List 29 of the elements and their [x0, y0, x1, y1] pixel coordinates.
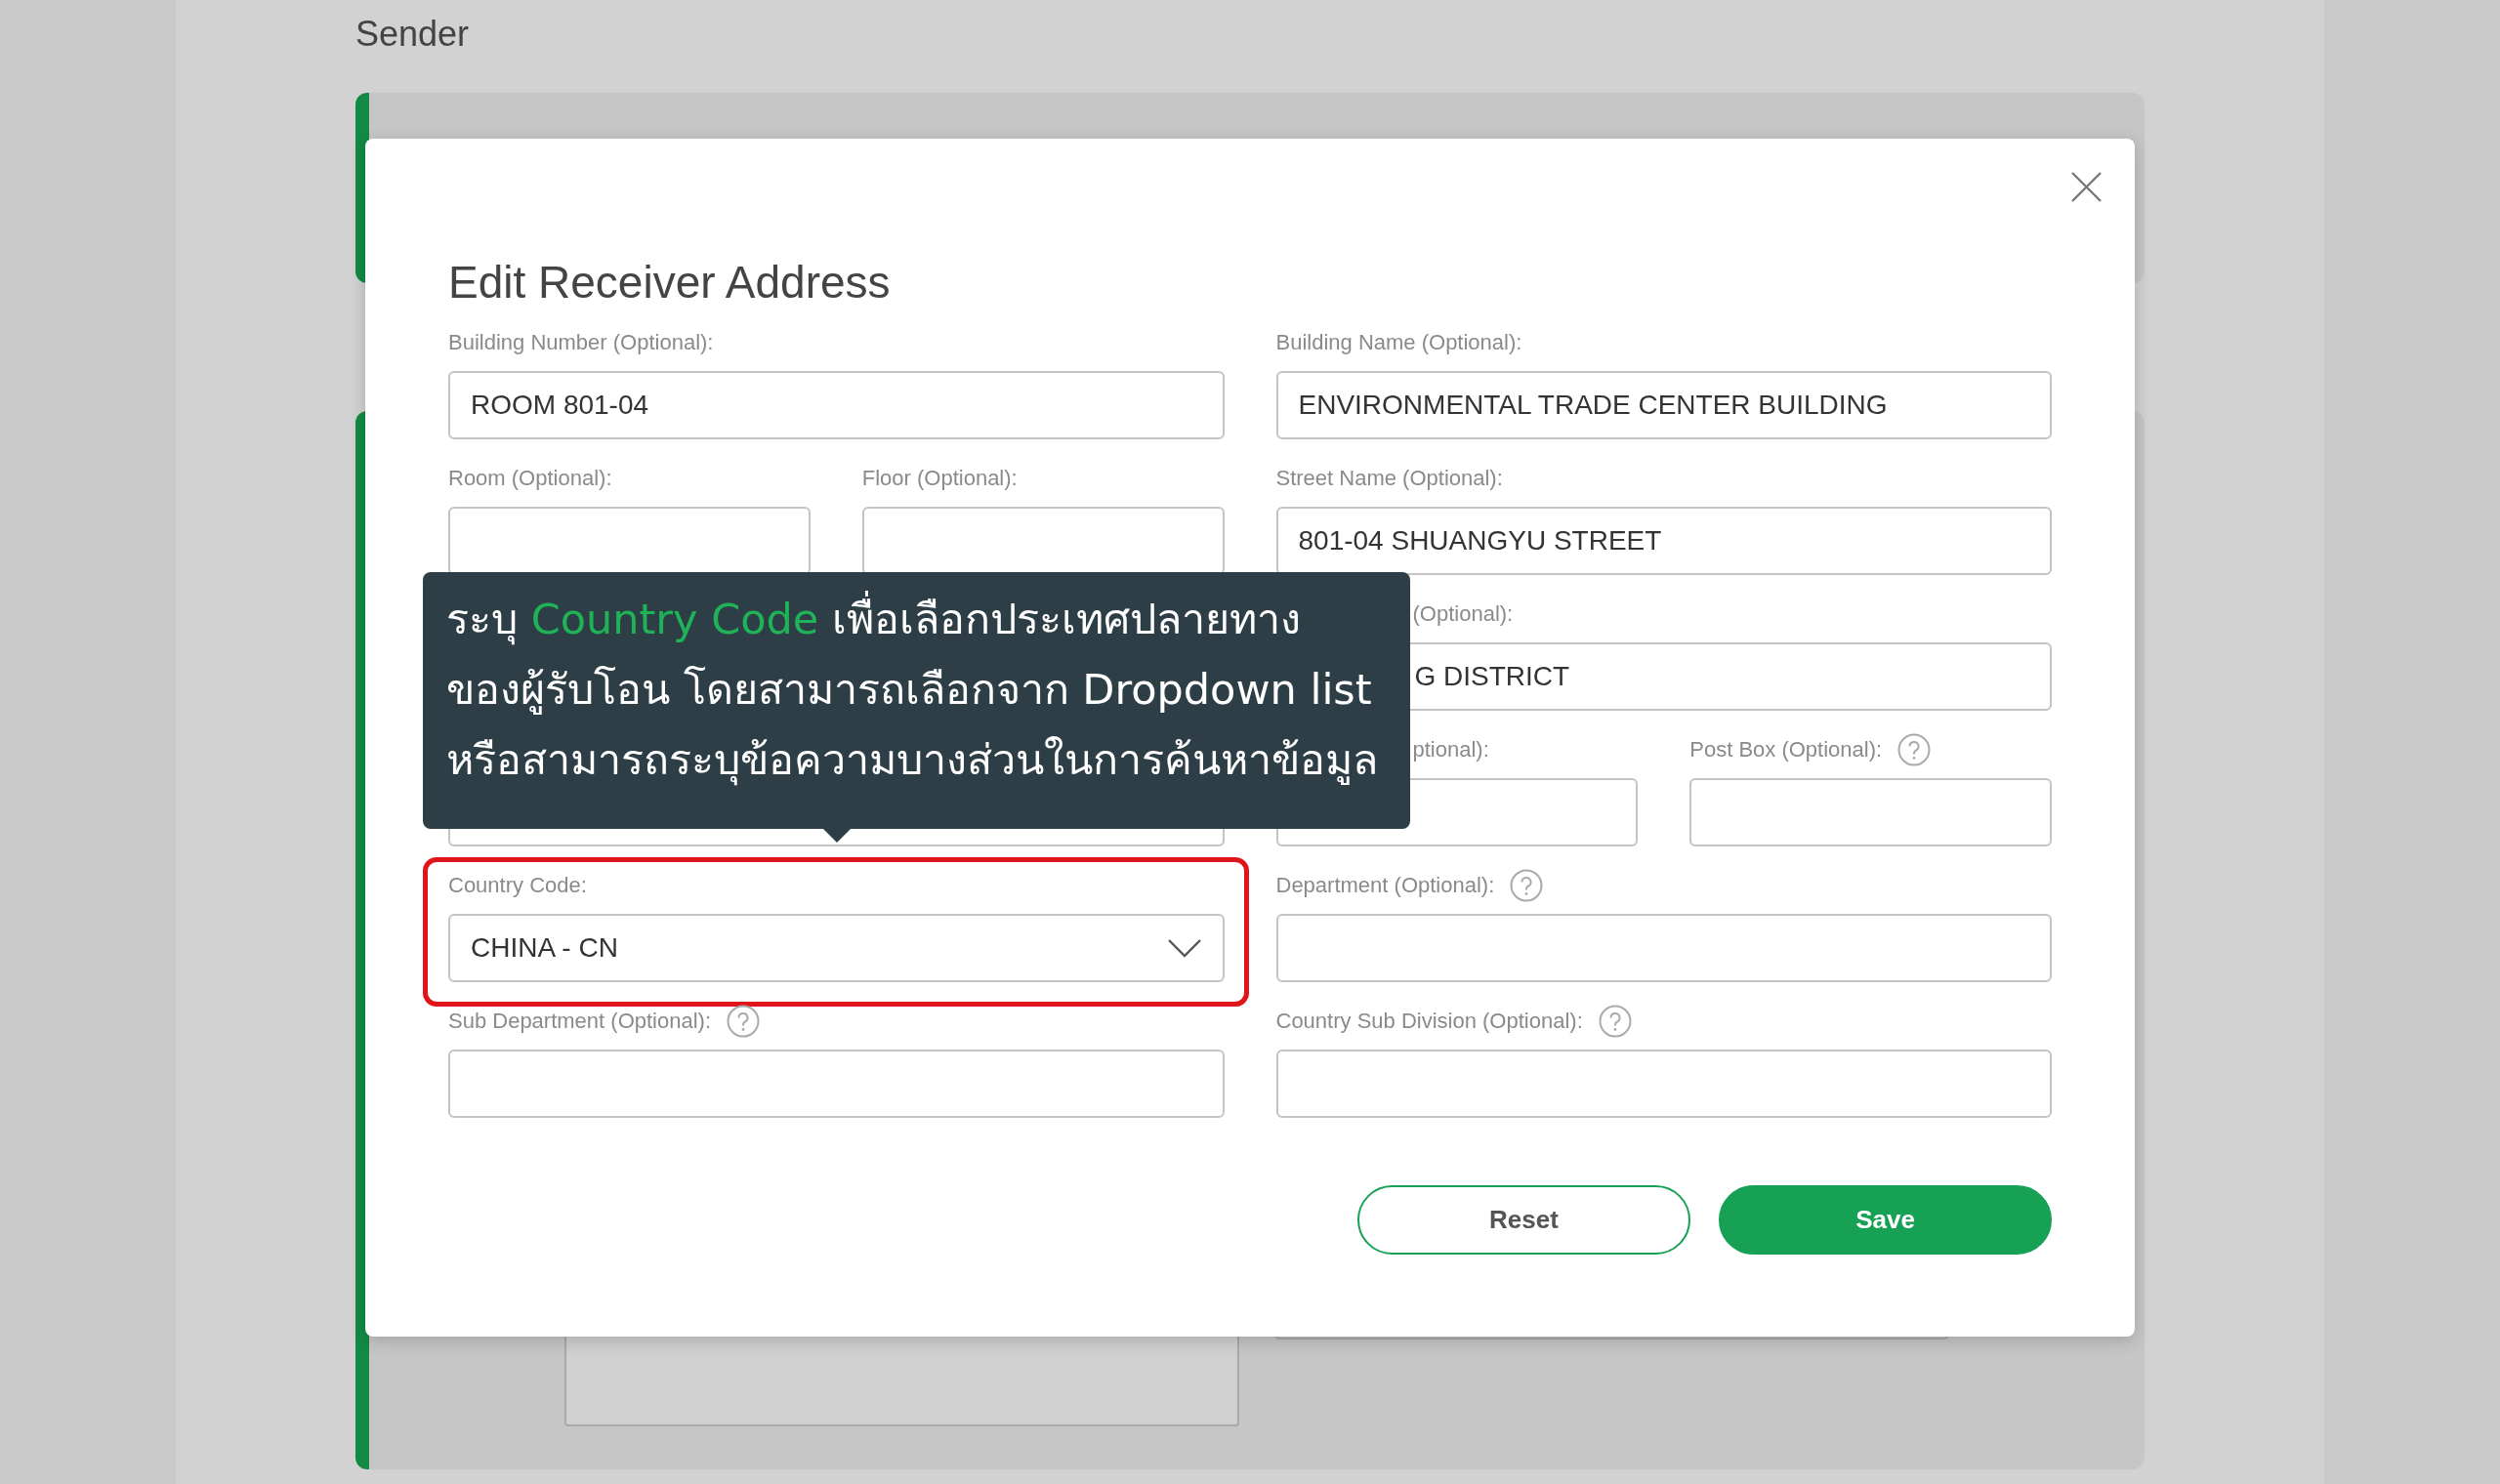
- input-field[interactable]: [1689, 778, 2052, 846]
- input-field[interactable]: [1275, 914, 2052, 982]
- chevron-down-icon: [1166, 938, 1202, 958]
- field-label: Country Code:: [448, 873, 587, 898]
- field-label: ptional):: [1412, 737, 1489, 763]
- field-label: Country Sub Division (Optional):: [1275, 1009, 1583, 1034]
- input-field[interactable]: 801-04 SHUANGYU STREET: [1275, 507, 2052, 575]
- field-label: Room (Optional):: [448, 466, 612, 491]
- field-label: Sub Department (Optional):: [448, 1009, 712, 1034]
- dialog-title: Edit Receiver Address: [448, 256, 891, 309]
- field-label: Floor (Optional):: [861, 466, 1018, 491]
- field-label: Street Name (Optional):: [1275, 466, 1503, 491]
- help-icon[interactable]: [727, 1005, 761, 1038]
- input-field[interactable]: ENVIRONMENTAL TRADE CENTER BUILDING: [1275, 371, 2052, 439]
- input-field[interactable]: [1275, 1050, 2052, 1118]
- reset-button[interactable]: Reset: [1357, 1185, 1690, 1255]
- input-field[interactable]: [448, 1050, 1225, 1118]
- input-field[interactable]: ROOM 801-04: [448, 371, 1225, 439]
- help-icon[interactable]: [1510, 869, 1544, 902]
- help-icon[interactable]: [1598, 1005, 1632, 1038]
- field-label: (Optional):: [1412, 601, 1514, 627]
- field-label: Building Number (Optional):: [448, 330, 714, 355]
- dropdown-field[interactable]: CHINA - CN: [448, 914, 1225, 982]
- close-icon[interactable]: [2071, 172, 2102, 202]
- section-heading: Sender: [355, 14, 470, 55]
- help-icon[interactable]: [1897, 733, 1932, 766]
- field-label: Department (Optional):: [1275, 873, 1495, 898]
- field-label: Post Box (Optional):: [1689, 737, 1883, 763]
- field-label: Building Name (Optional):: [1275, 330, 1522, 355]
